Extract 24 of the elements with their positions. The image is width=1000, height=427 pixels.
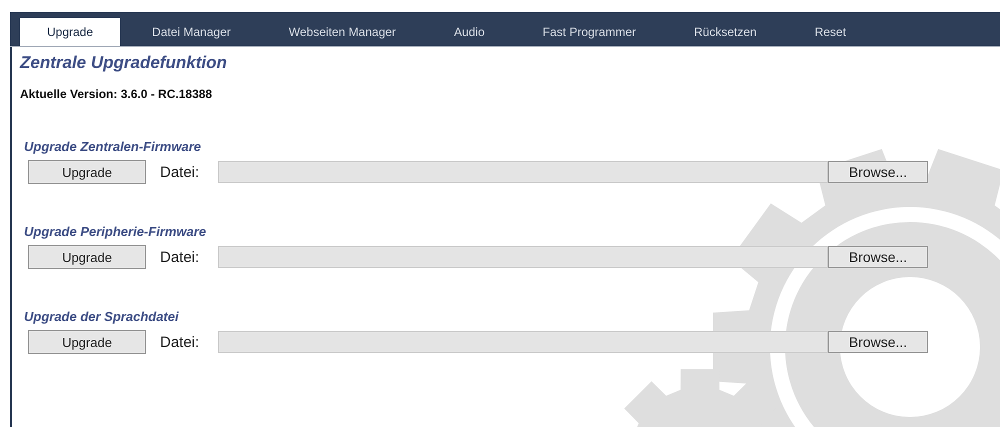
- browse-button[interactable]: Browse...: [828, 246, 928, 268]
- browse-button[interactable]: Browse...: [828, 161, 928, 183]
- tab[interactable]: Audio: [428, 18, 511, 46]
- upgrade-button[interactable]: Upgrade: [28, 160, 146, 184]
- browse-button[interactable]: Browse...: [828, 331, 928, 353]
- tab[interactable]: Datei Manager: [126, 18, 257, 46]
- tab[interactable]: Upgrade: [20, 18, 120, 46]
- page-title: Zentrale Upgradefunktion: [20, 52, 228, 73]
- tab[interactable]: Reset: [788, 18, 872, 46]
- file-path-field[interactable]: [218, 161, 828, 183]
- file-label: Datei:: [160, 334, 200, 350]
- tab[interactable]: Fast Programmer: [516, 18, 662, 46]
- file-label: Datei:: [160, 164, 200, 180]
- tab[interactable]: Webseiten Manager: [262, 18, 422, 46]
- file-path-field[interactable]: [218, 246, 828, 268]
- section-heading: Upgrade der Sprachdatei: [24, 309, 180, 324]
- section-heading: Upgrade Zentralen-Firmware: [24, 139, 202, 154]
- file-label: Datei:: [160, 248, 200, 266]
- version-text: Aktuelle Version: 3.6.0 - RC.18388: [20, 87, 214, 101]
- file-path-field[interactable]: [218, 331, 828, 353]
- tab[interactable]: Rücksetzen: [668, 18, 783, 46]
- section-heading: Upgrade Peripherie-Firmware: [24, 224, 208, 239]
- upgrade-button[interactable]: Upgrade: [28, 245, 146, 269]
- upgrade-button[interactable]: Upgrade: [28, 330, 146, 354]
